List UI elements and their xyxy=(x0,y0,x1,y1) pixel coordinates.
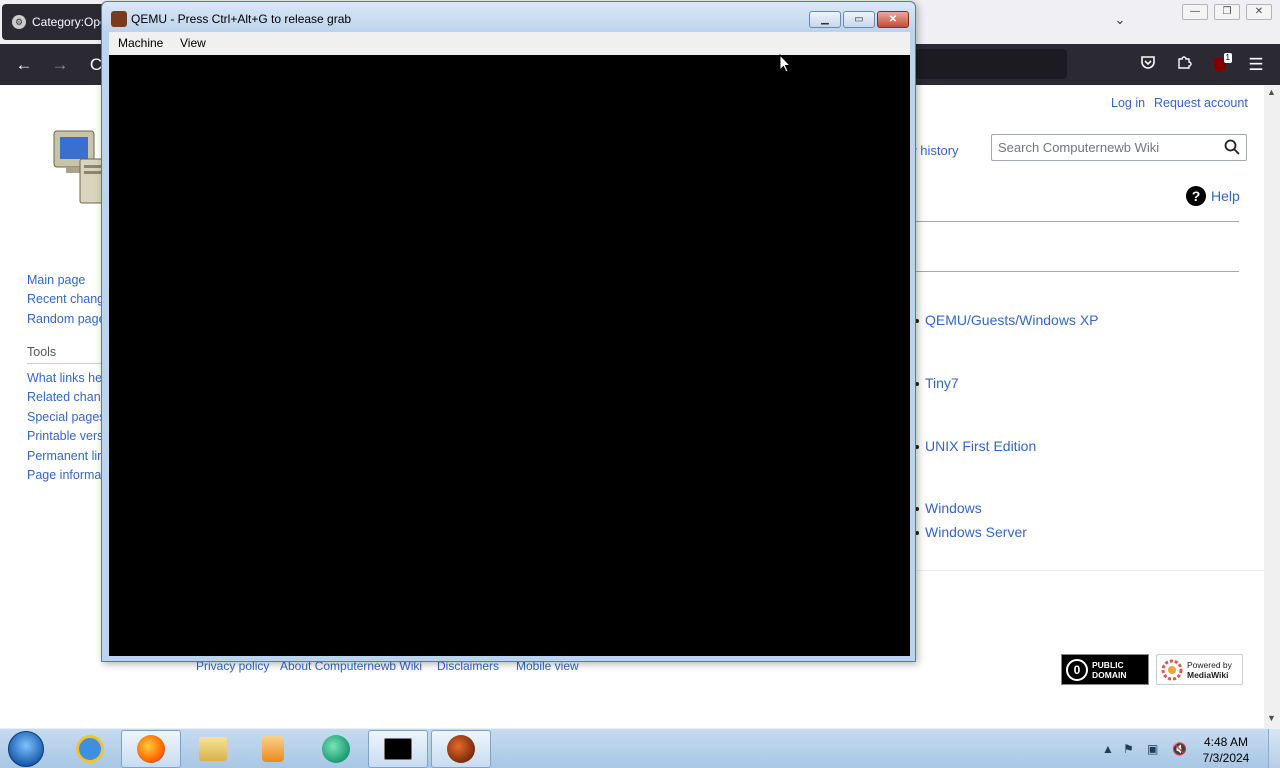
browser-minimize-button[interactable]: — xyxy=(1182,4,1208,20)
category-list-item[interactable]: Windows xyxy=(915,500,982,516)
category-list-item[interactable]: UNIX First Edition xyxy=(915,438,1036,454)
category-list-item[interactable]: Windows Server xyxy=(915,524,1027,540)
forward-arrow-icon[interactable]: → xyxy=(47,52,73,78)
search-icon[interactable] xyxy=(1224,139,1240,155)
taskbar-green-app-button[interactable] xyxy=(306,730,366,768)
browser-close-button[interactable]: ✕ xyxy=(1246,4,1272,20)
scroll-up-arrow-icon[interactable]: ▲ xyxy=(1267,87,1276,97)
category-list-item[interactable]: QEMU/Guests/Windows XP xyxy=(915,312,1099,328)
sidebar-link-permanent-link[interactable]: Permanent link xyxy=(27,449,110,463)
taskbar-internet-explorer-button[interactable] xyxy=(60,730,120,768)
internet-explorer-icon xyxy=(76,735,104,763)
section-divider xyxy=(915,271,1239,272)
qemu-title-bar[interactable]: QEMU - Press Ctrl+Alt+G to release grab … xyxy=(102,2,915,32)
page-scrollbar[interactable]: ▲ ▼ xyxy=(1264,85,1280,728)
url-bar[interactable] xyxy=(915,49,1067,79)
clock-time: 4:48 AM xyxy=(1203,735,1249,749)
category-list-item[interactable]: Tiny7 xyxy=(915,375,959,391)
action-center-flag-icon[interactable]: ⚑ xyxy=(1123,742,1134,756)
public-domain-badge[interactable]: 0 PUBLIC DOMAIN xyxy=(1061,654,1149,685)
ublock-shield-icon[interactable]: 1 xyxy=(1207,52,1233,78)
sidebar-link-random-page[interactable]: Random page xyxy=(27,312,106,326)
search-box xyxy=(991,134,1247,161)
help-icon[interactable]: ? xyxy=(1186,186,1206,206)
windows-taskbar: ▲ ⚑ ▣ 🔇 4:48 AM 7/3/2024 xyxy=(0,728,1280,768)
show-desktop-button[interactable] xyxy=(1268,729,1280,768)
taskbar-command-prompt-button[interactable] xyxy=(368,730,428,768)
volume-muted-icon[interactable]: 🔇 xyxy=(1172,742,1187,756)
extensions-puzzle-icon[interactable] xyxy=(1171,52,1197,78)
qemu-maximize-button[interactable]: ▭ xyxy=(843,11,875,28)
qemu-window-title: QEMU - Press Ctrl+Alt+G to release grab xyxy=(131,12,352,26)
taskbar-media-player-button[interactable] xyxy=(243,730,303,768)
heading-underline xyxy=(915,221,1239,222)
taskbar-clock[interactable]: 4:48 AM 7/3/2024 xyxy=(1196,734,1256,766)
qemu-minimize-button[interactable]: ▁ xyxy=(809,11,841,28)
request-account-link[interactable]: Request account xyxy=(1154,96,1248,110)
sidebar-divider xyxy=(27,363,107,364)
command-prompt-icon xyxy=(384,738,412,760)
clock-date: 7/3/2024 xyxy=(1202,751,1250,765)
folder-icon xyxy=(199,737,227,761)
firefox-icon xyxy=(137,735,165,763)
pocket-icon[interactable] xyxy=(1135,52,1161,78)
scroll-down-arrow-icon[interactable]: ▼ xyxy=(1267,713,1276,723)
help-link[interactable]: Help xyxy=(1211,188,1240,204)
menu-view[interactable]: View xyxy=(180,36,206,50)
taskbar-firefox-button[interactable] xyxy=(121,730,181,768)
mediawiki-flower-icon xyxy=(1161,659,1183,680)
start-button[interactable] xyxy=(8,731,44,767)
footer-divider xyxy=(915,570,1264,571)
taskbar-qemu-button[interactable] xyxy=(431,730,491,768)
network-icon[interactable]: ▣ xyxy=(1147,742,1158,756)
extension-badge-count: 1 xyxy=(1223,53,1232,63)
public-domain-zero-icon: 0 xyxy=(1066,658,1088,681)
media-player-icon xyxy=(262,736,284,762)
login-link[interactable]: Log in xyxy=(1111,96,1145,110)
qemu-app-icon xyxy=(111,11,127,27)
taskbar-explorer-button[interactable] xyxy=(183,730,243,768)
qemu-window: QEMU - Press Ctrl+Alt+G to release grab … xyxy=(101,1,916,662)
site-favicon-icon: ⚙ xyxy=(12,15,26,29)
sidebar-tools-heading: Tools xyxy=(27,345,57,359)
list-all-tabs-icon[interactable]: ⌄ xyxy=(1110,12,1130,32)
qemu-close-button[interactable]: ✕ xyxy=(877,11,909,28)
sidebar-link-special-pages[interactable]: Special pages xyxy=(27,410,106,424)
qemu-menu-bar: Machine View xyxy=(109,32,910,55)
browser-maximize-button[interactable]: ❐ xyxy=(1214,4,1240,20)
show-hidden-icons-arrow-icon[interactable]: ▲ xyxy=(1102,742,1114,756)
hamburger-menu-icon[interactable]: ☰ xyxy=(1243,52,1269,78)
powered-by-mediawiki-badge[interactable]: Powered by MediaWiki xyxy=(1156,654,1243,685)
qemu-guest-display[interactable] xyxy=(109,55,910,656)
menu-machine[interactable]: Machine xyxy=(118,36,163,50)
mouse-cursor-icon xyxy=(779,54,791,73)
green-app-icon xyxy=(322,735,350,763)
back-arrow-icon[interactable]: ← xyxy=(11,52,37,78)
sidebar-link-main-page[interactable]: Main page xyxy=(27,273,85,287)
search-input[interactable] xyxy=(992,135,1212,160)
qemu-icon xyxy=(447,735,475,763)
